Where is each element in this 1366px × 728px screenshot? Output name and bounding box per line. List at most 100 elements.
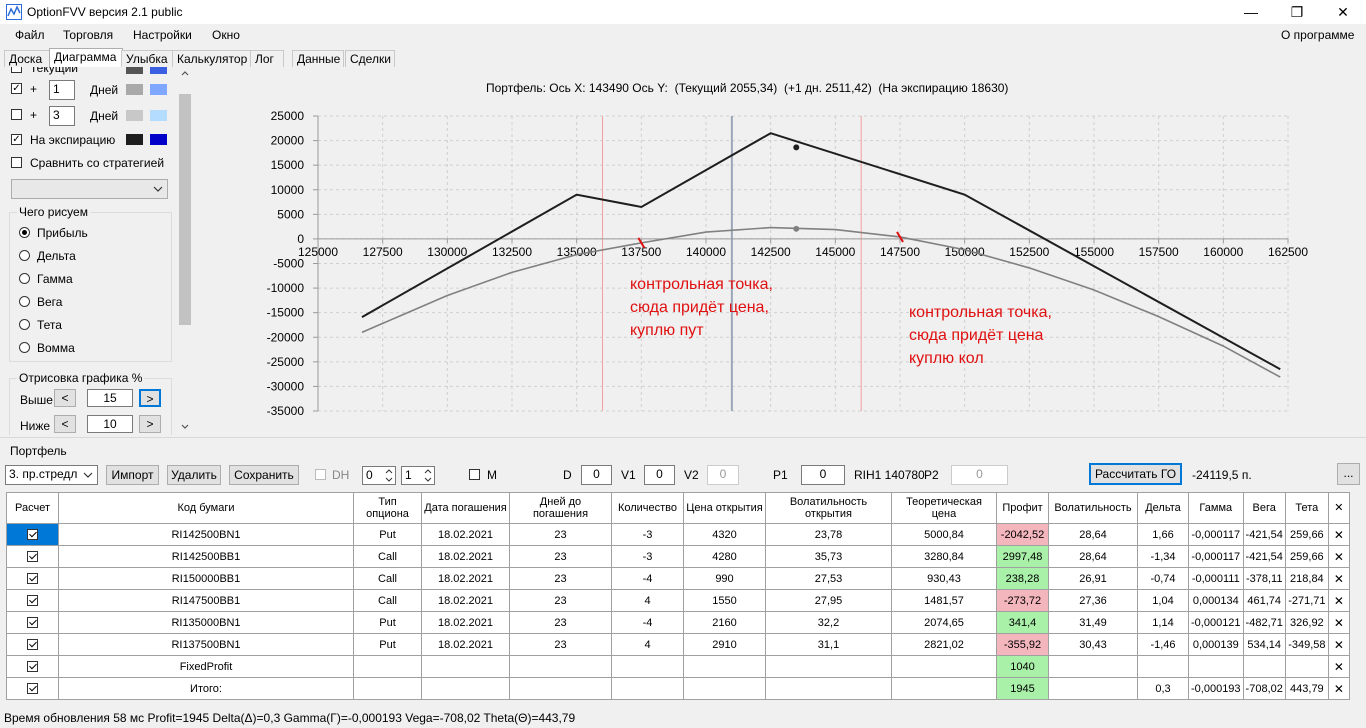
cell-days[interactable] — [509, 655, 612, 678]
col-header[interactable]: Расчет — [6, 492, 59, 524]
table-row[interactable]: RI150000BB1 Call 18.02.2021 23 -4 990 27,53 930… — [6, 567, 1350, 590]
col-header[interactable]: Дельта — [1137, 492, 1189, 524]
cell-vega[interactable]: 461,74 — [1242, 589, 1286, 612]
row-calc-cell[interactable] — [6, 545, 59, 568]
settings-scrollbar[interactable] — [177, 67, 193, 435]
below-increase-button[interactable]: > — [139, 415, 161, 433]
cell-ovol[interactable]: 27,53 — [765, 567, 892, 590]
row-calc-cell[interactable] — [6, 633, 59, 656]
col-header[interactable]: Цена открытия — [683, 492, 766, 524]
delete-row-icon[interactable]: ✕ — [1327, 523, 1350, 546]
delete-button[interactable]: Удалить — [167, 465, 221, 485]
table-row[interactable]: FixedProfit 1040 ✕ — [6, 655, 1350, 678]
cell-gamma[interactable]: 0,000134 — [1188, 589, 1244, 612]
cell-type[interactable] — [353, 677, 422, 700]
radio-theta[interactable] — [19, 319, 30, 330]
cell-vega[interactable] — [1242, 655, 1286, 678]
table-row[interactable]: RI142500BB1 Call 18.02.2021 23 -3 4280 35,73 32… — [6, 545, 1350, 568]
cell-delta[interactable]: 1,14 — [1137, 611, 1189, 634]
cell-date[interactable]: 18.02.2021 — [421, 567, 510, 590]
radio-profit[interactable] — [19, 227, 30, 238]
pnl-chart[interactable]: 2500020000150001000050000-5000-10000-150… — [196, 67, 1366, 437]
col-header[interactable]: Код бумаги — [58, 492, 354, 524]
below-decrease-button[interactable]: < — [54, 415, 76, 433]
cell-theta[interactable]: 218,84 — [1284, 567, 1329, 590]
row-calc-cell[interactable] — [6, 677, 59, 700]
row-calc-checkbox[interactable] — [27, 595, 38, 607]
cell-qty[interactable]: -3 — [611, 545, 684, 568]
radio-gamma[interactable] — [19, 273, 30, 284]
cell-code[interactable]: RI142500BN1 — [58, 523, 354, 546]
cell-delta[interactable] — [1137, 655, 1189, 678]
cell-type[interactable] — [353, 655, 422, 678]
table-row[interactable]: RI137500BN1 Put 18.02.2021 23 4 2910 31,1 2821,… — [6, 633, 1350, 656]
cell-profit[interactable]: 1040 — [996, 655, 1049, 678]
cell-open[interactable] — [683, 655, 766, 678]
col-header[interactable]: Профит — [996, 492, 1049, 524]
table-row[interactable]: RI147500BB1 Call 18.02.2021 23 4 1550 27,95 148… — [6, 589, 1350, 612]
cell-profit[interactable]: 238,28 — [996, 567, 1049, 590]
cell-open[interactable] — [683, 677, 766, 700]
cell-gamma[interactable]: -0,000111 — [1188, 567, 1244, 590]
dh-checkbox[interactable] — [315, 469, 326, 480]
cell-type[interactable]: Put — [353, 633, 422, 656]
row-calc-cell[interactable] — [6, 611, 59, 634]
col-header[interactable]: Количество — [611, 492, 684, 524]
col-header[interactable]: Теоретическая цена — [891, 492, 997, 524]
cell-theo[interactable]: 930,43 — [891, 567, 997, 590]
col-header[interactable]: Волатильность — [1048, 492, 1138, 524]
above-input[interactable]: 15 — [87, 389, 133, 407]
cell-days[interactable]: 23 — [509, 589, 612, 612]
cell-delta[interactable]: 1,04 — [1137, 589, 1189, 612]
row-calc-cell[interactable] — [6, 655, 59, 678]
delete-row-icon[interactable]: ✕ — [1327, 633, 1350, 656]
cell-days[interactable] — [509, 677, 612, 700]
radio-vomma[interactable] — [19, 342, 30, 353]
current-color-swatch-2[interactable] — [150, 67, 167, 74]
cell-theta[interactable] — [1284, 655, 1329, 678]
plus3-color-swatch[interactable] — [126, 110, 143, 121]
cell-profit[interactable]: 1945 — [996, 677, 1049, 700]
plus1-color-swatch-2[interactable] — [150, 84, 167, 95]
v2-input[interactable]: 0 — [707, 465, 739, 485]
delete-row-icon[interactable]: ✕ — [1327, 545, 1350, 568]
cell-open[interactable]: 4320 — [683, 523, 766, 546]
portfolio-select[interactable]: 3. пр.стредл — [5, 465, 98, 485]
row-calc-checkbox[interactable] — [27, 661, 38, 673]
cell-vega[interactable]: -421,54 — [1242, 545, 1286, 568]
tab-diagram[interactable]: Диаграмма — [49, 48, 123, 68]
scroll-down-icon[interactable] — [181, 424, 189, 429]
row-calc-checkbox[interactable] — [27, 573, 38, 585]
cell-profit[interactable]: -355,92 — [996, 633, 1049, 656]
cell-gamma[interactable] — [1188, 655, 1244, 678]
below-input[interactable]: 10 — [87, 415, 133, 433]
cell-date[interactable]: 18.02.2021 — [421, 523, 510, 546]
cell-theta[interactable]: 259,66 — [1284, 523, 1329, 546]
p2-input[interactable]: 0 — [951, 465, 1008, 485]
cell-delta[interactable]: -1,46 — [1137, 633, 1189, 656]
p1-input[interactable]: 0 — [801, 465, 845, 485]
calculate-margin-button[interactable]: Рассчитать ГО — [1089, 463, 1182, 485]
cell-date[interactable] — [421, 677, 510, 700]
table-row[interactable]: RI142500BN1 Put 18.02.2021 23 -3 4320 23,78 500… — [6, 523, 1350, 546]
days-2-input[interactable]: 3 — [49, 106, 75, 126]
expiry-color-swatch-2[interactable] — [150, 134, 167, 145]
cell-days[interactable]: 23 — [509, 633, 612, 656]
pnl-chart-area[interactable]: Портфель: Ось X: 143490 Ось Y: (Текущий … — [196, 67, 1366, 437]
d-input[interactable]: 0 — [581, 465, 612, 485]
m-checkbox[interactable] — [469, 469, 480, 480]
tab-deals[interactable]: Сделки — [345, 50, 395, 68]
cell-ovol[interactable]: 35,73 — [765, 545, 892, 568]
cell-qty[interactable]: 4 — [611, 589, 684, 612]
cell-vol[interactable] — [1048, 655, 1138, 678]
cell-theta[interactable]: -271,71 — [1284, 589, 1329, 612]
cell-gamma[interactable]: -0,000121 — [1188, 611, 1244, 634]
plus-days-1-checkbox[interactable]: ✓ — [11, 83, 22, 94]
cell-ovol[interactable]: 27,95 — [765, 589, 892, 612]
tab-data[interactable]: Данные — [292, 50, 344, 68]
radio-vega[interactable] — [19, 296, 30, 307]
cell-gamma[interactable]: -0,000193 — [1188, 677, 1244, 700]
cell-open[interactable]: 990 — [683, 567, 766, 590]
cell-vol[interactable]: 27,36 — [1048, 589, 1138, 612]
tab-smile[interactable]: Улыбка — [121, 50, 175, 68]
